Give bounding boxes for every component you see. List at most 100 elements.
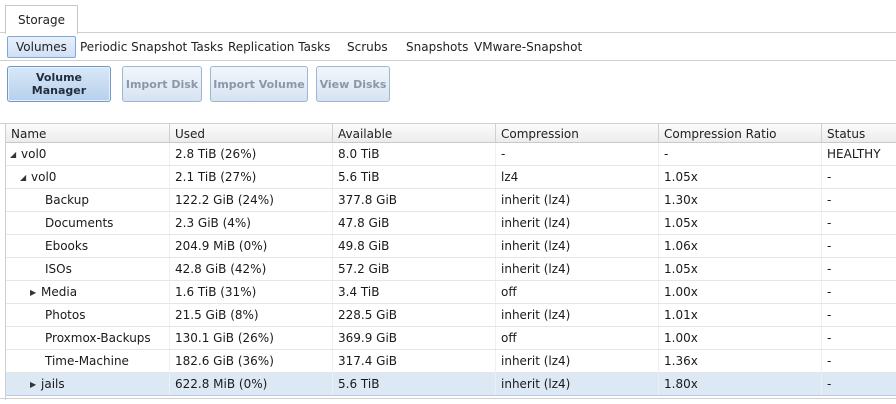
- cell-compression-ratio: 1.36x: [659, 350, 822, 372]
- cell-name: Backup: [6, 189, 170, 211]
- cell-status: -: [822, 327, 896, 349]
- table-row[interactable]: ▶ jails 622.8 MiB (0%) 5.6 TiB inherit (lz4)…: [6, 373, 896, 396]
- table-row[interactable]: Backup 122.2 GiB (24%) 377.8 GiB inherit (l…: [6, 189, 896, 212]
- cell-available: 369.9 GiB: [333, 327, 496, 349]
- cell-used: 2.3 GiB (4%): [170, 212, 333, 234]
- table-row[interactable]: Documents 2.3 GiB (4%) 47.8 GiB inherit (lz…: [6, 212, 896, 235]
- column-header-name[interactable]: Name: [6, 124, 170, 143]
- cell-compression-ratio: 1.05x: [659, 166, 822, 188]
- cell-available: 228.5 GiB: [333, 304, 496, 326]
- table-row[interactable]: ISOs 42.8 GiB (42%) 57.2 GiB inherit (lz4) 1…: [6, 258, 896, 281]
- cell-available: 377.8 GiB: [333, 189, 496, 211]
- cell-available: 5.6 TiB: [333, 166, 496, 188]
- cell-status: -: [822, 212, 896, 234]
- row-name-label: vol0: [31, 170, 57, 184]
- cell-used: 1.6 TiB (31%): [170, 281, 333, 303]
- cell-available: 57.2 GiB: [333, 258, 496, 280]
- subtab-snapshots[interactable]: Snapshots: [406, 36, 468, 58]
- import-disk-button[interactable]: Import Disk: [122, 66, 202, 102]
- cell-compression-ratio: 1.00x: [659, 281, 822, 303]
- volume-manager-button[interactable]: Volume Manager: [7, 66, 111, 102]
- cell-status: -: [822, 235, 896, 257]
- cell-status: -: [822, 189, 896, 211]
- main-tab-strip: Storage: [0, 0, 896, 34]
- column-header-compression-ratio[interactable]: Compression Ratio: [659, 124, 822, 143]
- expanded-arrow-icon[interactable]: ◢: [10, 150, 20, 159]
- cell-available: 8.0 TiB: [333, 143, 496, 165]
- cell-compression: inherit (lz4): [496, 212, 659, 234]
- table-row[interactable]: ◢ vol0 2.1 TiB (27%) 5.6 TiB lz4 1.05x -: [6, 166, 896, 189]
- cell-status: HEALTHY: [822, 143, 896, 165]
- collapsed-arrow-icon[interactable]: ▶: [30, 380, 40, 389]
- cell-name: ▶ jails: [6, 373, 170, 395]
- cell-available: 49.8 GiB: [333, 235, 496, 257]
- table-header: Name Used Available Compression Compress…: [6, 124, 896, 143]
- cell-used: 21.5 GiB (8%): [170, 304, 333, 326]
- cell-compression-ratio: 1.30x: [659, 189, 822, 211]
- cell-available: 317.4 GiB: [333, 350, 496, 372]
- table-row[interactable]: Proxmox-Backups 130.1 GiB (26%) 369.9 GiB o…: [6, 327, 896, 350]
- cell-compression: -: [496, 143, 659, 165]
- cell-name: Proxmox-Backups: [6, 327, 170, 349]
- cell-used: 2.8 TiB (26%): [170, 143, 333, 165]
- cell-used: 2.1 TiB (27%): [170, 166, 333, 188]
- expanded-arrow-icon[interactable]: ◢: [20, 173, 30, 182]
- cell-status: -: [822, 166, 896, 188]
- bottom-border: [0, 398, 896, 399]
- sub-tab-bar: Volumes Periodic Snapshot Tasks Replicat…: [0, 33, 896, 61]
- table-row[interactable]: Time-Machine 182.6 GiB (36%) 317.4 GiB inhe…: [6, 350, 896, 373]
- row-name-label: Time-Machine: [45, 354, 129, 368]
- cell-name: ISOs: [6, 258, 170, 280]
- cell-name: Documents: [6, 212, 170, 234]
- tab-storage[interactable]: Storage: [5, 5, 78, 34]
- view-disks-button[interactable]: View Disks: [316, 66, 390, 102]
- column-header-available[interactable]: Available: [333, 124, 496, 143]
- cell-available: 3.4 TiB: [333, 281, 496, 303]
- column-header-status[interactable]: Status: [822, 124, 896, 143]
- row-name-label: jails: [41, 377, 65, 391]
- row-name-label: Ebooks: [45, 239, 89, 253]
- cell-compression-ratio: 1.06x: [659, 235, 822, 257]
- subtab-volumes[interactable]: Volumes: [7, 36, 76, 58]
- subtab-replication-tasks[interactable]: Replication Tasks: [228, 36, 330, 58]
- cell-status: -: [822, 258, 896, 280]
- volumes-table: Name Used Available Compression Compress…: [5, 124, 896, 400]
- cell-compression: inherit (lz4): [496, 373, 659, 395]
- cell-name: Time-Machine: [6, 350, 170, 372]
- cell-available: 5.6 TiB: [333, 373, 496, 395]
- column-header-compression[interactable]: Compression: [496, 124, 659, 143]
- cell-status: -: [822, 304, 896, 326]
- cell-compression: inherit (lz4): [496, 258, 659, 280]
- table-row[interactable]: ▶ Media 1.6 TiB (31%) 3.4 TiB off 1.00x -: [6, 281, 896, 304]
- cell-compression-ratio: 1.00x: [659, 327, 822, 349]
- cell-name: ◢ vol0: [6, 143, 170, 165]
- row-name-label: ISOs: [45, 262, 72, 276]
- row-name-label: Proxmox-Backups: [45, 331, 151, 345]
- cell-used: 130.1 GiB (26%): [170, 327, 333, 349]
- table-row[interactable]: Ebooks 204.9 MiB (0%) 49.8 GiB inherit (lz4…: [6, 235, 896, 258]
- cell-status: -: [822, 350, 896, 372]
- toolbar: Volume Manager Import Disk Import Volume…: [0, 62, 896, 124]
- cell-name: ◢ vol0: [6, 166, 170, 188]
- import-volume-button[interactable]: Import Volume: [210, 66, 308, 102]
- cell-name: ▶ Media: [6, 281, 170, 303]
- row-name-label: Media: [41, 285, 78, 299]
- column-header-used[interactable]: Used: [170, 124, 333, 143]
- table-row[interactable]: ◢ vol0 2.8 TiB (26%) 8.0 TiB - - HEALTHY: [6, 143, 896, 166]
- row-name-label: vol0: [21, 147, 47, 161]
- subtab-periodic-snapshot-tasks[interactable]: Periodic Snapshot Tasks: [80, 36, 223, 58]
- row-name-label: Photos: [45, 308, 86, 322]
- cell-status: -: [822, 281, 896, 303]
- collapsed-arrow-icon[interactable]: ▶: [30, 288, 40, 297]
- cell-name: Ebooks: [6, 235, 170, 257]
- subtab-vmware-snapshot[interactable]: VMware-Snapshot: [474, 36, 582, 58]
- cell-used: 182.6 GiB (36%): [170, 350, 333, 372]
- table-row[interactable]: Photos 21.5 GiB (8%) 228.5 GiB inherit (lz4…: [6, 304, 896, 327]
- cell-compression-ratio: -: [659, 143, 822, 165]
- subtab-scrubs[interactable]: Scrubs: [347, 36, 388, 58]
- cell-used: 42.8 GiB (42%): [170, 258, 333, 280]
- cell-status: -: [822, 373, 896, 395]
- cell-used: 204.9 MiB (0%): [170, 235, 333, 257]
- cell-compression: off: [496, 327, 659, 349]
- cell-used: 122.2 GiB (24%): [170, 189, 333, 211]
